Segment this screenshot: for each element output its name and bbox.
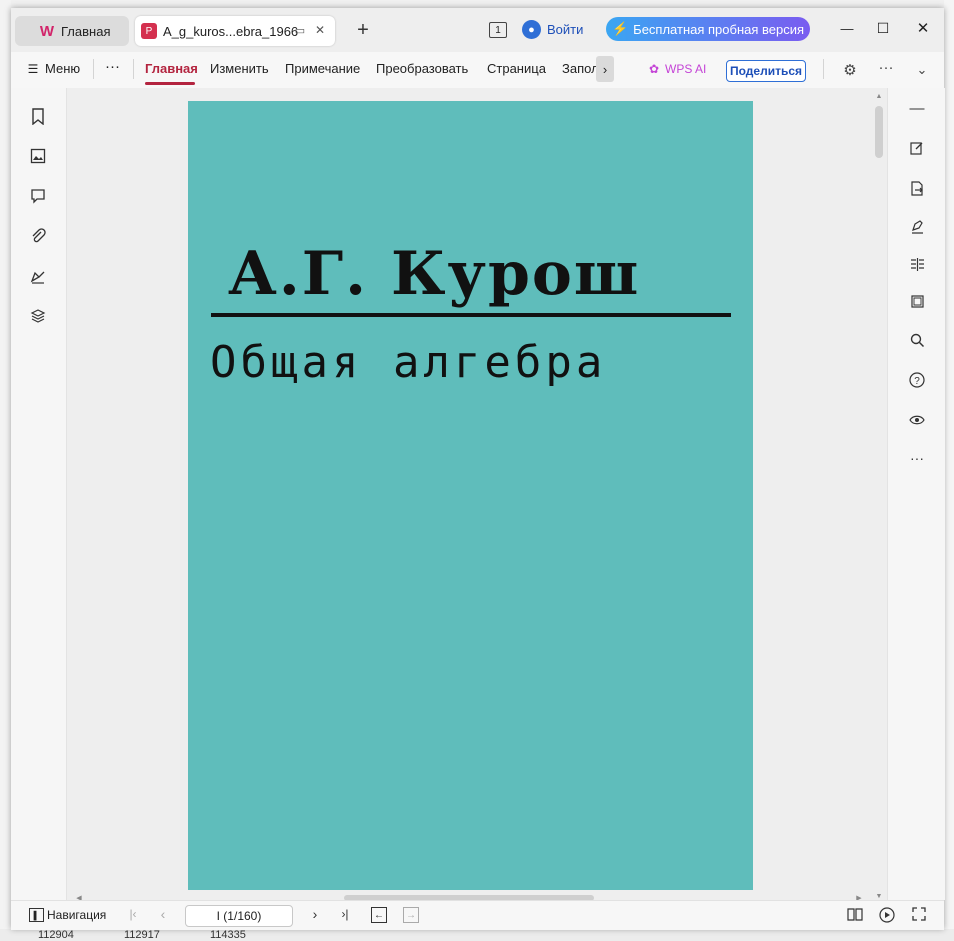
status-bar: ▌ Навигация |‹ ‹ I (1/160) › ›| ← → [11,900,944,930]
cover-title: Общая алгебра [210,337,607,388]
tab-izmenit[interactable]: Изменить [210,61,269,76]
tab-primechanie[interactable]: Примечание [285,61,360,76]
background-window-right [944,0,954,941]
bg-number: 112904 [38,929,74,941]
more-icon[interactable]: ··· [907,448,927,468]
eye-icon[interactable] [907,410,927,430]
fullscreen-icon[interactable] [911,906,927,922]
bookmark-icon[interactable] [28,106,48,126]
collapse-ribbon-chevron-icon[interactable]: ⌄ [913,61,931,79]
wps-logo-icon: W [39,22,55,40]
more-actions-button[interactable]: ··· [105,58,120,75]
back-icon[interactable]: ← [371,907,387,923]
bg-number: 112917 [124,929,160,941]
background-window-bottom: 112904 112917 114335 [0,929,954,941]
minimize-button[interactable]: — [839,20,855,36]
tab-stranitsa[interactable]: Страница [487,61,546,76]
free-trial-button[interactable]: ⚡ Бесплатная пробная версия [606,17,810,41]
navigation-button[interactable]: Навигация [47,908,106,922]
signature-icon[interactable] [28,266,48,286]
comment-icon[interactable] [28,186,48,206]
prev-page-icon[interactable]: ‹ [157,906,169,922]
svg-text:?: ? [914,376,920,387]
share-button[interactable]: Поделиться [726,60,806,82]
ribbon-toolbar: ☰ Меню ··· Главная Изменить Примечание П… [11,52,944,89]
tab-document[interactable]: P A_g_kuros...ebra_1966 ▭ ✕ [135,16,335,46]
menu-button[interactable]: Меню [45,61,80,76]
scroll-up-arrow-icon[interactable]: ▲ [875,92,883,100]
sign-pen-icon[interactable] [907,216,927,236]
tab-glavnaya[interactable]: Главная [145,61,198,76]
play-icon[interactable] [878,906,896,924]
help-icon[interactable]: ? [907,370,927,390]
maximize-button[interactable]: ☐ [875,20,891,36]
scroll-down-arrow-icon[interactable]: ▼ [875,892,883,900]
export-icon[interactable] [907,178,927,198]
background-window-left [0,0,11,941]
tab-preobrazovat[interactable]: Преобразовать [376,61,468,76]
more-options-icon[interactable]: ··· [877,58,895,76]
last-page-icon[interactable]: ›| [339,907,351,921]
edit-icon[interactable] [907,138,927,158]
crop-icon[interactable] [907,291,927,311]
cover-author: А.Г. Курош [228,239,641,309]
reading-mode-book-icon[interactable] [846,906,864,922]
document-canvas[interactable]: А.Г. Курош Общая алгебра ⇄ [67,88,920,900]
title-bar: W Главная P A_g_kuros...ebra_1966 ▭ ✕ + … [11,8,944,52]
navigation-panel-icon[interactable]: ▌ [29,908,44,922]
user-avatar-icon[interactable]: ● [522,20,541,39]
page-number-input[interactable]: I (1/160) [185,905,293,927]
wps-ai-button[interactable]: WPS AI [665,62,706,76]
first-page-icon[interactable]: |‹ [127,907,139,921]
tab-home[interactable]: W Главная [15,16,129,46]
page-count-badge[interactable]: 1 [489,22,507,38]
scroll-tabs-right-icon[interactable]: › [596,56,614,82]
attachment-icon[interactable] [28,226,48,246]
free-trial-label: Бесплатная пробная версия [633,21,805,37]
monitor-icon[interactable]: ▭ [293,23,307,37]
next-page-icon[interactable]: › [309,906,321,922]
wps-ai-icon: ✿ [648,62,660,76]
wps-pdf-window: W Главная P A_g_kuros...ebra_1966 ▭ ✕ + … [11,8,945,930]
image-icon[interactable] [28,146,48,166]
tab-document-label: A_g_kuros...ebra_1966 [163,23,299,39]
right-sidebar: — ? ··· [887,88,945,900]
divider [133,59,134,79]
left-sidebar [11,88,67,900]
active-tab-indicator [145,82,195,85]
close-window-button[interactable]: ✕ [915,20,931,37]
layers-icon[interactable] [28,306,48,326]
divider [823,59,824,79]
close-tab-icon[interactable]: ✕ [313,23,327,37]
collapse-icon[interactable]: — [907,98,927,118]
search-icon[interactable] [907,330,927,350]
pdf-page-cover: А.Г. Курош Общая алгебра [188,101,753,890]
pdf-file-icon: P [141,23,157,39]
compare-icon[interactable] [907,254,927,274]
hamburger-icon[interactable]: ☰ [27,62,39,76]
new-tab-button[interactable]: + [353,19,373,41]
tab-zapolnit[interactable]: Запол [562,61,596,76]
settings-gear-icon[interactable]: ⚙ [841,61,859,79]
cover-rule [211,313,731,317]
lightning-icon: ⚡ [611,21,629,36]
forward-icon[interactable]: → [403,907,419,923]
divider [93,59,94,79]
tab-home-label: Главная [61,23,111,39]
bg-number: 114335 [210,929,246,941]
login-link[interactable]: Войти [547,22,583,37]
vertical-scrollbar[interactable] [875,106,883,158]
